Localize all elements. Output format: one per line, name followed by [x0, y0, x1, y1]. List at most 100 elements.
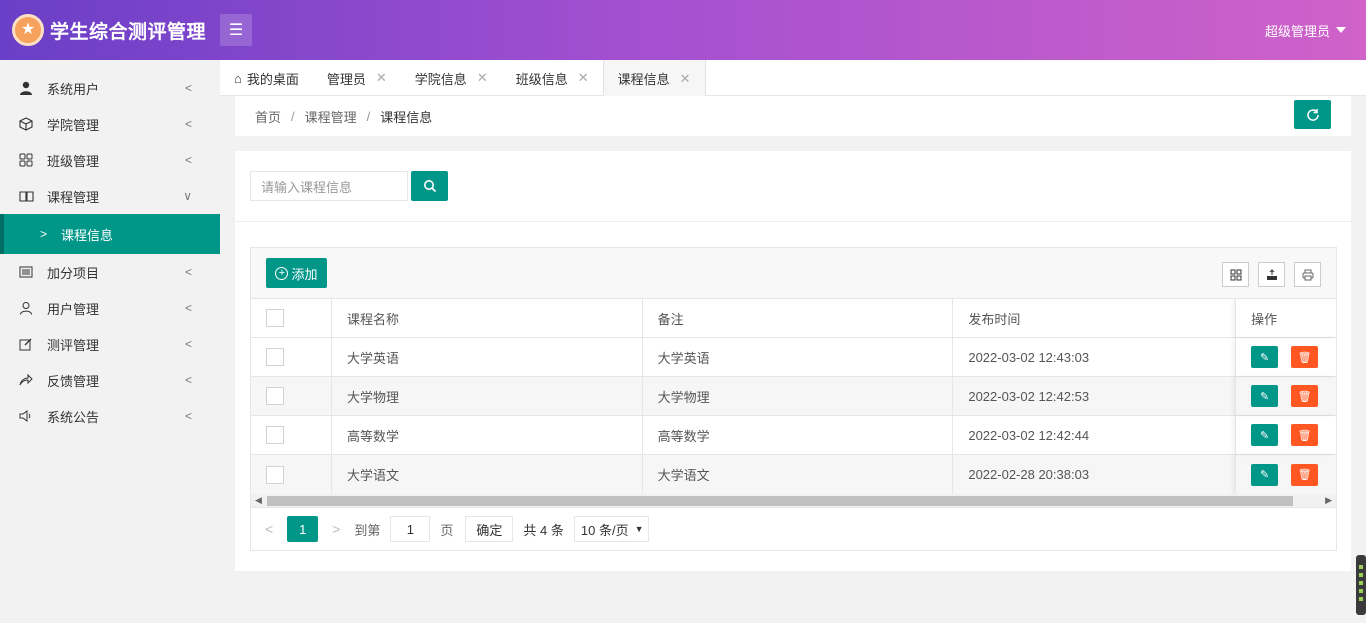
tab-course-info[interactable]: 课程信息 ✕ [602, 60, 706, 97]
tab-desktop[interactable]: ⌂ 我的桌面 [220, 60, 313, 96]
sidebar-item-label: 课程管理 [47, 189, 100, 205]
search-button[interactable] [411, 171, 448, 201]
delete-button[interactable]: 🗑 [1291, 424, 1319, 446]
tab-college-info[interactable]: 学院信息 ✕ [401, 60, 502, 96]
app-title: 学生综合测评管理 [50, 21, 207, 43]
sidebar-item-label: 班级管理 [47, 153, 100, 169]
row-checkbox[interactable] [266, 426, 284, 444]
time-cell: 2022-03-02 12:42:44 [968, 427, 1090, 443]
actions-cell: ✎ 🗑 [1235, 416, 1336, 454]
sidebar-item-evaluation[interactable]: 测评管理 < [0, 326, 220, 362]
prev-page-icon[interactable]: < [265, 521, 273, 537]
sidebar-item-label: 学院管理 [47, 117, 100, 133]
header-cell[interactable]: 发布时间 [953, 299, 1235, 337]
delete-button[interactable]: 🗑 [1291, 463, 1319, 486]
chevron-down-icon: ▼ [634, 524, 644, 534]
add-button-label: 添加 [291, 266, 318, 282]
header-checkbox-cell [251, 299, 332, 337]
refresh-button[interactable] [1294, 100, 1331, 129]
table-toolbar: + 添加 [251, 248, 1336, 299]
table-row: 大学语文 大学语文 2022-02-28 20:38:03 ✎ 🗑 [251, 455, 1336, 494]
data-table: + 添加 课程名称 备注 发布时间 操作 大学英语 大学英语 2022-03-0… [250, 247, 1337, 551]
header-cell[interactable]: 备注 [643, 299, 954, 337]
sidebar-item-college[interactable]: 学院管理 < [0, 106, 220, 142]
course-name-cell: 高等数学 [332, 416, 643, 454]
grid-icon [18, 152, 34, 168]
sidebar-item-user-mgmt[interactable]: 用户管理 < [0, 290, 220, 326]
scrollbar-thumb[interactable] [267, 496, 1293, 506]
sidebar-item-system-users[interactable]: 系统用户 < [0, 70, 220, 106]
tab-bar: ⌂ 我的桌面 管理员 ✕ 学院信息 ✕ 班级信息 ✕ 课程信息 ✕ [220, 60, 1366, 97]
actions-cell: ✎ 🗑 [1235, 338, 1336, 376]
sidebar-item-bonus[interactable]: 加分项目 < [0, 254, 220, 290]
course-name-cell: 大学语文 [332, 455, 643, 494]
trash-icon: 🗑 [1297, 429, 1312, 442]
menu-toggle-icon[interactable]: ☰ [220, 14, 252, 46]
app-logo: ★ 学生综合测评管理 [0, 14, 220, 46]
delete-button[interactable]: 🗑 [1291, 346, 1319, 368]
share-icon [18, 372, 34, 388]
user-menu[interactable]: 超级管理员 [1265, 0, 1346, 60]
tab-label: 课程信息 [617, 72, 670, 87]
scroll-left-icon[interactable]: ◀ [255, 495, 262, 506]
time-cell: 2022-02-28 20:38:03 [968, 467, 1090, 482]
row-checkbox[interactable] [266, 387, 284, 405]
columns-icon [1230, 269, 1241, 280]
plus-circle-icon: + [275, 266, 289, 280]
page-size-select[interactable]: 10 条/页 ▼ [573, 516, 649, 542]
scroll-right-icon[interactable]: ▶ [1325, 495, 1332, 506]
edit-button[interactable]: ✎ [1251, 424, 1279, 446]
close-icon[interactable]: ✕ [376, 70, 387, 86]
edit-button[interactable]: ✎ [1251, 385, 1279, 407]
add-button[interactable]: + 添加 [266, 258, 327, 288]
tab-admin[interactable]: 管理员 ✕ [313, 60, 401, 96]
tab-label: 学院信息 [414, 71, 467, 87]
user-name[interactable]: 超级管理员 [1265, 21, 1330, 40]
horizontal-scrollbar[interactable]: ◀ ▶ [251, 494, 1336, 508]
export-button[interactable] [1258, 262, 1285, 287]
chevron-left-icon: < [184, 153, 192, 167]
page-unit-label: 页 [440, 522, 454, 538]
close-icon[interactable]: ✕ [477, 70, 488, 86]
list-icon [18, 264, 34, 280]
home-icon: ⌂ [234, 70, 242, 86]
breadcrumb-parent[interactable]: 课程管理 [305, 107, 357, 126]
floating-widget[interactable] [1356, 555, 1366, 615]
sidebar-item-class[interactable]: 班级管理 < [0, 142, 220, 178]
confirm-page-button[interactable]: 确定 [465, 516, 514, 542]
search-placeholder: 请输入课程信息 [261, 179, 353, 195]
close-icon[interactable]: ✕ [680, 71, 691, 87]
next-page-icon[interactable]: > [332, 521, 340, 537]
table-header-row: 课程名称 备注 发布时间 操作 [251, 299, 1336, 338]
edit-button[interactable]: ✎ [1251, 463, 1279, 486]
book-icon [18, 188, 34, 204]
row-checkbox[interactable] [266, 348, 284, 366]
breadcrumb-home[interactable]: 首页 [255, 107, 281, 126]
close-icon[interactable]: ✕ [578, 70, 589, 86]
breadcrumb-current: 课程信息 [380, 109, 433, 125]
sidebar-item-feedback[interactable]: 反馈管理 < [0, 362, 220, 398]
sidebar-subitem-course-info[interactable]: > 课程信息 [0, 214, 220, 254]
current-page-button[interactable]: 1 [287, 516, 319, 542]
select-all-checkbox[interactable] [266, 309, 284, 327]
print-icon [1302, 269, 1313, 280]
columns-filter-button[interactable] [1222, 262, 1249, 287]
page-number-input[interactable]: 1 [390, 516, 431, 542]
edit-button[interactable]: ✎ [1251, 346, 1279, 368]
logo-star-icon: ★ [12, 14, 44, 46]
row-checkbox[interactable] [266, 465, 284, 484]
sidebar-item-label: 加分项目 [47, 265, 100, 281]
caret-down-icon[interactable] [1336, 27, 1346, 33]
actions-cell: ✎ 🗑 [1235, 377, 1336, 415]
search-input[interactable]: 请输入课程信息 [250, 171, 408, 201]
chevron-left-icon: < [184, 337, 192, 351]
delete-button[interactable]: 🗑 [1291, 385, 1319, 407]
print-button[interactable] [1294, 262, 1321, 287]
sidebar-item-announcement[interactable]: 系统公告 < [0, 398, 220, 434]
sidebar-item-course[interactable]: 课程管理 ∨ [0, 178, 220, 214]
table-tools [1213, 262, 1321, 287]
header-cell[interactable]: 课程名称 [332, 299, 643, 337]
table-row: 高等数学 高等数学 2022-03-02 12:42:44 ✎ 🗑 [251, 416, 1336, 455]
course-name-cell: 大学英语 [332, 338, 643, 376]
tab-class-info[interactable]: 班级信息 ✕ [502, 60, 603, 96]
